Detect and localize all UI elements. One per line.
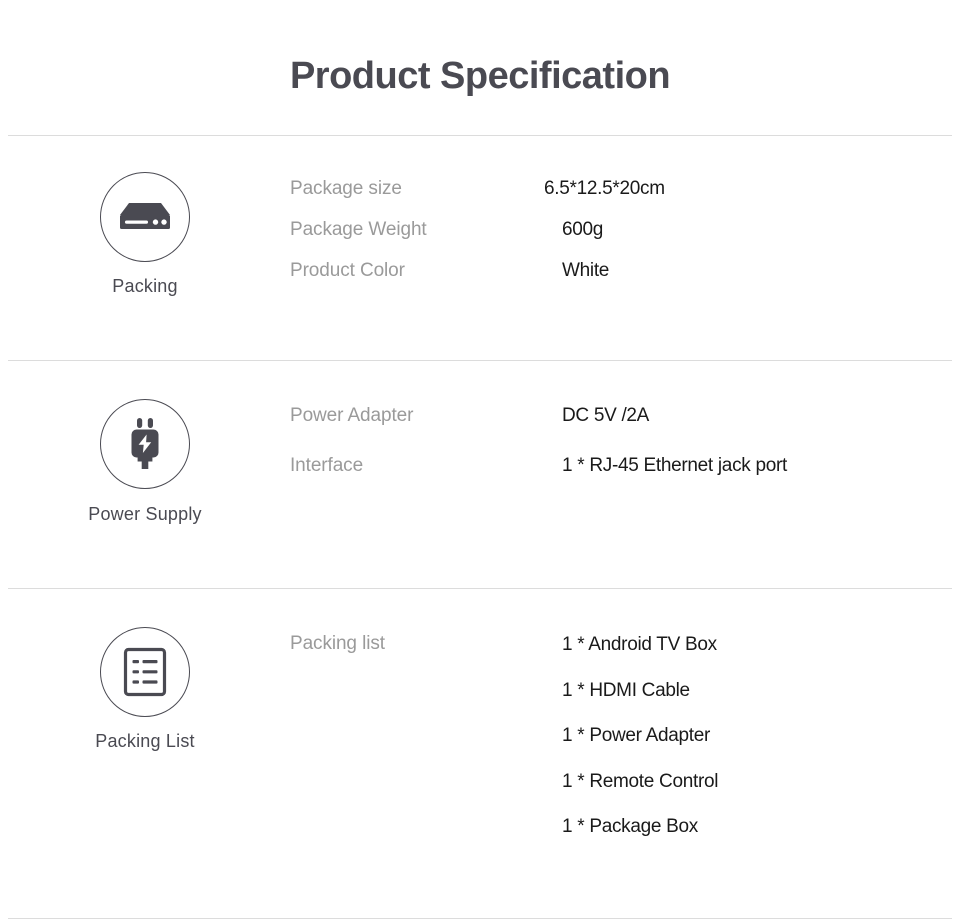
power-supply-spec-rows: Power Adapter DC 5V /2A Interface 1 * RJ… — [290, 399, 960, 505]
section-packing: Packing Package size 6.5*12.5*20cm Packa… — [0, 136, 960, 360]
packing-list-icon-caption: Packing List — [95, 731, 195, 751]
spec-value: White — [562, 260, 610, 281]
product-specification-page: Product Specification Packing Package si… — [0, 0, 960, 920]
power-plug-icon — [124, 417, 166, 471]
packing-list-icon-column: Packing List — [0, 627, 290, 752]
spec-value: 600g — [562, 219, 604, 240]
spec-row: Packing list 1 * Android TV Box 1 * HDMI… — [290, 633, 960, 861]
set-top-box-icon — [118, 200, 172, 234]
spec-label: Packing list — [290, 633, 385, 654]
spec-row: Product Color White — [290, 260, 960, 301]
page-title-container: Product Specification — [0, 0, 960, 135]
list-item: 1 * Remote Control — [562, 770, 719, 792]
spec-value: 1 * RJ-45 Ethernet jack port — [562, 455, 787, 476]
packing-icon-column: Packing — [0, 172, 290, 297]
document-list-icon — [123, 647, 167, 697]
divider-bottom — [8, 918, 952, 919]
list-item: 1 * Power Adapter — [562, 725, 711, 746]
power-supply-icon-circle — [100, 399, 190, 489]
packing-list-items: 1 * Android TV Box 1 * HDMI Cable 1 * Po… — [562, 633, 718, 861]
list-item: 1 * HDMI Cable — [562, 679, 690, 701]
packing-list-icon-circle — [100, 627, 190, 717]
packing-icon-caption: Packing — [112, 276, 178, 296]
spec-value: DC 5V /2A — [562, 405, 650, 426]
spec-row: Interface 1 * RJ-45 Ethernet jack port — [290, 455, 960, 505]
spec-value: 6.5*12.5*20cm — [544, 178, 665, 199]
spec-row: Power Adapter DC 5V /2A — [290, 405, 960, 455]
spec-row: Package size 6.5*12.5*20cm — [290, 178, 960, 219]
section-packing-list: Packing List Packing list 1 * Android TV… — [0, 589, 960, 918]
spec-label: Product Color — [290, 260, 405, 281]
list-item: 1 * Package Box — [562, 816, 698, 837]
page-title: Product Specification — [289, 55, 671, 97]
spec-label: Power Adapter — [290, 405, 414, 426]
list-item: 1 * Android TV Box — [562, 634, 717, 655]
power-supply-icon-caption: Power Supply — [88, 504, 202, 524]
packing-spec-rows: Package size 6.5*12.5*20cm Package Weigh… — [290, 172, 960, 301]
spec-row: Package Weight 600g — [290, 219, 960, 260]
section-power-supply: Power Supply Power Adapter DC 5V /2A Int… — [0, 361, 960, 588]
spec-label: Package Weight — [290, 219, 427, 240]
power-supply-icon-column: Power Supply — [0, 399, 290, 525]
packing-icon-circle — [100, 172, 190, 262]
packing-list-spec-rows: Packing list 1 * Android TV Box 1 * HDMI… — [290, 627, 960, 861]
spec-label: Package size — [290, 178, 402, 199]
spec-label: Interface — [290, 455, 364, 476]
